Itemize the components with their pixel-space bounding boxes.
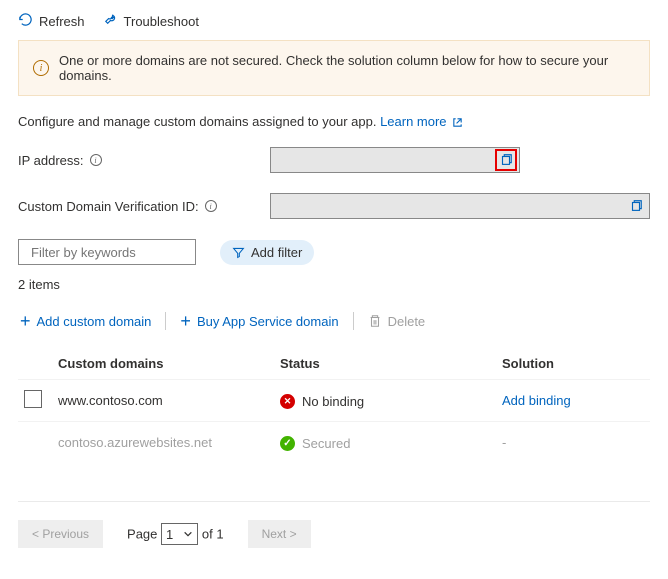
page-select[interactable]: 1 <box>161 523 198 545</box>
filter-icon <box>232 246 245 259</box>
trash-icon <box>368 314 382 328</box>
plus-icon: + <box>180 312 191 330</box>
cdv-value <box>270 193 650 219</box>
col-status: Status <box>274 348 496 380</box>
copy-cdv-button[interactable] <box>625 195 647 217</box>
refresh-button[interactable]: Refresh <box>18 12 85 30</box>
add-filter-button[interactable]: Add filter <box>220 240 314 265</box>
copy-ip-button[interactable] <box>495 149 517 171</box>
top-toolbar: Refresh Troubleshoot <box>18 6 650 40</box>
cdv-label-wrap: Custom Domain Verification ID: i <box>18 199 270 214</box>
page-current: 1 <box>166 527 173 542</box>
domain-cell: contoso.azurewebsites.net <box>52 422 274 464</box>
separator <box>165 312 166 330</box>
ip-address-value <box>270 147 520 173</box>
cdv-id-row: Custom Domain Verification ID: i <box>18 193 650 219</box>
separator <box>353 312 354 330</box>
filter-row: Add filter <box>18 239 650 265</box>
info-icon[interactable]: i <box>90 154 102 166</box>
add-custom-domain-button[interactable]: + Add custom domain <box>18 312 153 330</box>
col-solution: Solution <box>496 348 650 380</box>
cdv-label: Custom Domain Verification ID: <box>18 199 199 214</box>
warning-alert: i One or more domains are not secured. C… <box>18 40 650 96</box>
solution-cell: Add binding <box>496 380 650 422</box>
solution-text: - <box>502 435 506 450</box>
copy-icon <box>499 153 513 167</box>
intro-text-body: Configure and manage custom domains assi… <box>18 114 380 129</box>
add-custom-domain-label: Add custom domain <box>37 314 152 329</box>
delete-label: Delete <box>388 314 426 329</box>
add-filter-label: Add filter <box>251 245 302 260</box>
learn-more-link[interactable]: Learn more <box>380 114 463 129</box>
page-label: Page <box>127 527 157 542</box>
status-cell: No binding <box>274 380 496 422</box>
refresh-icon <box>18 12 33 30</box>
chevron-down-icon <box>183 529 193 539</box>
error-icon <box>280 394 295 409</box>
ip-address-label-wrap: IP address: i <box>18 153 270 168</box>
col-domains: Custom domains <box>52 348 274 380</box>
status-text: No binding <box>302 394 364 409</box>
success-icon <box>280 436 295 451</box>
page-indicator: Page 1 of 1 <box>127 523 224 545</box>
info-icon[interactable]: i <box>205 200 217 212</box>
page-of: of 1 <box>202 527 224 542</box>
domain-cell: www.contoso.com <box>52 380 274 422</box>
pager: < Previous Page 1 of 1 Next > <box>18 501 650 548</box>
items-count: 2 items <box>18 277 650 292</box>
learn-more-label: Learn more <box>380 114 446 129</box>
row-checkbox[interactable] <box>24 390 42 408</box>
domains-table: Custom domains Status Solution www.conto… <box>18 348 650 463</box>
buy-app-service-domain-button[interactable]: + Buy App Service domain <box>178 312 340 330</box>
info-icon: i <box>33 60 49 76</box>
solution-cell: - <box>496 422 650 464</box>
delete-button: Delete <box>366 314 428 329</box>
troubleshoot-button[interactable]: Troubleshoot <box>103 12 199 30</box>
status-text: Secured <box>302 436 350 451</box>
ip-address-label: IP address: <box>18 153 84 168</box>
wrench-icon <box>103 12 118 30</box>
status-cell: Secured <box>274 422 496 464</box>
plus-icon: + <box>20 312 31 330</box>
table-row: www.contoso.com No binding Add binding <box>18 380 650 422</box>
previous-button: < Previous <box>18 520 103 548</box>
add-binding-link[interactable]: Add binding <box>502 393 571 408</box>
next-button: Next > <box>248 520 311 548</box>
external-link-icon <box>452 117 463 128</box>
domain-toolbar: + Add custom domain + Buy App Service do… <box>18 312 650 330</box>
table-row: contoso.azurewebsites.net Secured - <box>18 422 650 464</box>
col-select <box>18 348 52 380</box>
alert-message: One or more domains are not secured. Che… <box>59 53 635 83</box>
filter-input-wrap[interactable] <box>18 239 196 265</box>
filter-input[interactable] <box>31 245 207 260</box>
intro-text: Configure and manage custom domains assi… <box>18 114 650 129</box>
ip-address-row: IP address: i <box>18 147 650 173</box>
refresh-label: Refresh <box>39 14 85 29</box>
troubleshoot-label: Troubleshoot <box>124 14 199 29</box>
buy-app-service-domain-label: Buy App Service domain <box>197 314 339 329</box>
copy-icon <box>629 199 643 213</box>
